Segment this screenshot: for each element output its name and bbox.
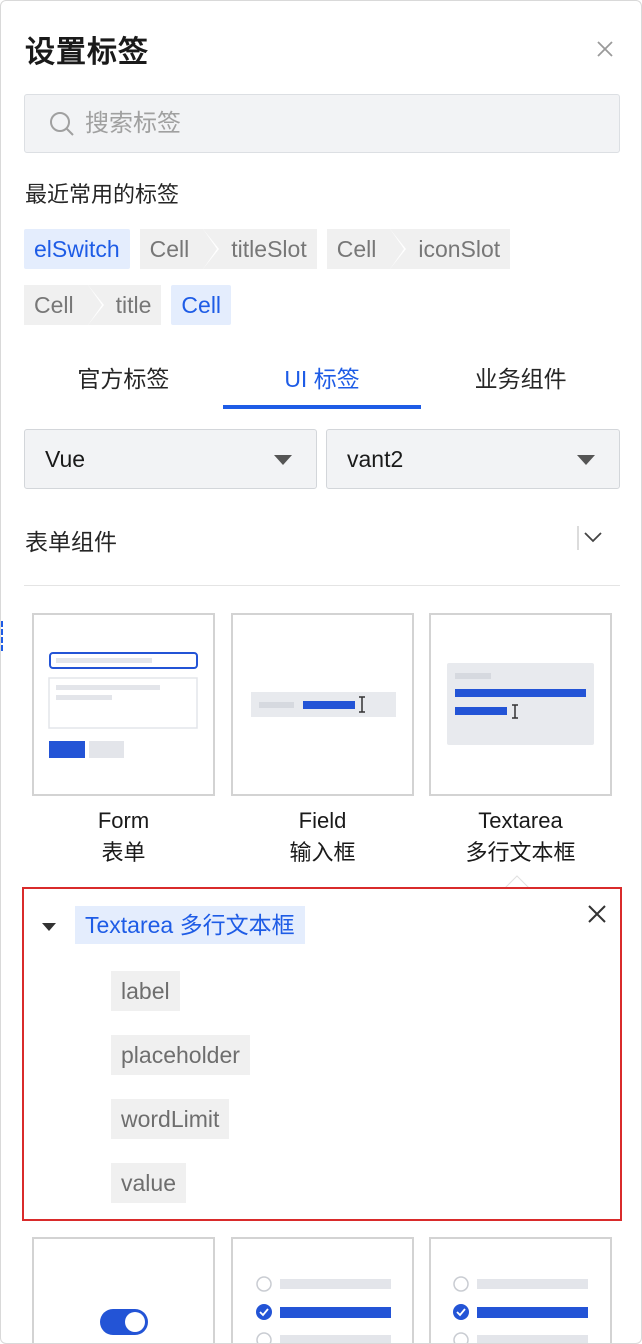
checkbox-preview-icon xyxy=(453,1276,588,1343)
tag-parent: Cell xyxy=(24,285,102,325)
component-cn-name: 输入框 xyxy=(289,840,356,865)
textarea-preview-icon xyxy=(447,663,594,745)
tab-official[interactable]: 官方标签 xyxy=(24,353,223,409)
tag-parent: Cell xyxy=(139,229,217,269)
tab-ui[interactable]: UI 标签 xyxy=(222,353,422,409)
prop-tag-label[interactable]: label xyxy=(111,971,180,1011)
component-card-radio[interactable] xyxy=(231,1237,414,1343)
component-card-checkbox[interactable] xyxy=(429,1237,612,1343)
close-icon[interactable] xyxy=(593,37,617,61)
search-icon xyxy=(50,112,74,136)
close-icon[interactable] xyxy=(586,903,608,925)
search-box xyxy=(24,94,620,153)
recent-tag-cell[interactable]: Cell xyxy=(171,285,232,325)
recent-tag-cell-iconslot[interactable]: Cell iconSlot xyxy=(326,229,511,269)
caret-down-icon xyxy=(274,455,292,465)
tag-child: titleSlot xyxy=(203,229,317,269)
caret-down-icon xyxy=(577,455,595,465)
component-label-textarea: Textarea 多行文本框 xyxy=(429,805,612,869)
panel-title: 设置标签 xyxy=(25,36,149,69)
component-label-form: Form 表单 xyxy=(32,805,215,869)
form-preview-icon xyxy=(48,652,198,758)
prop-tag-value[interactable]: value xyxy=(111,1163,186,1203)
recent-tag-cell-titleslot[interactable]: Cell titleSlot xyxy=(139,229,317,269)
framework-select[interactable]: Vue xyxy=(24,429,317,489)
library-value: vant2 xyxy=(347,446,404,472)
recent-tag-cell-title[interactable]: Cell title xyxy=(24,285,162,325)
divider xyxy=(24,585,620,586)
component-cn-name: 多行文本框 xyxy=(465,840,576,865)
prop-tag-placeholder[interactable]: placeholder xyxy=(111,1035,250,1075)
search-input[interactable] xyxy=(85,95,605,152)
component-label-field: Field 输入框 xyxy=(231,805,414,869)
recent-tag-elswitch[interactable]: elSwitch xyxy=(24,229,130,269)
recent-tags-row: Cell title Cell xyxy=(24,285,232,325)
scroll-marker xyxy=(1,621,4,651)
tag-category-tabs: 官方标签 UI 标签 业务组件 xyxy=(24,353,620,409)
radio-preview-icon xyxy=(256,1276,391,1343)
tag-settings-panel: 设置标签 最近常用的标签 elSwitch Cell titleSlot Cel… xyxy=(0,0,642,1344)
recent-tags-heading: 最近常用的标签 xyxy=(25,182,180,207)
component-card-textarea[interactable] xyxy=(429,613,612,796)
framework-value: Vue xyxy=(45,446,86,472)
tag-child: iconSlot xyxy=(390,229,511,269)
component-card-form[interactable] xyxy=(32,613,215,796)
caret-down-icon[interactable] xyxy=(42,923,56,931)
component-cn-name: 表单 xyxy=(101,840,146,865)
component-name: Form xyxy=(97,808,150,833)
tag-parent: Cell xyxy=(326,229,404,269)
library-select[interactable]: vant2 xyxy=(326,429,620,489)
component-card-field[interactable] xyxy=(231,613,414,796)
component-detail-popover: Textarea 多行文本框 label placeholder wordLim… xyxy=(22,887,622,1221)
component-name: Textarea xyxy=(478,808,563,833)
tab-business[interactable]: 业务组件 xyxy=(421,353,620,409)
prop-tag-wordlimit[interactable]: wordLimit xyxy=(111,1099,230,1139)
component-name: Field xyxy=(298,808,347,833)
component-card-switch[interactable] xyxy=(32,1237,215,1343)
section-title: 表单组件 xyxy=(25,529,117,555)
field-preview-icon xyxy=(251,692,396,717)
detail-component-tag[interactable]: Textarea 多行文本框 xyxy=(75,906,305,944)
recent-tags-row: elSwitch Cell titleSlot Cell iconSlot xyxy=(24,229,511,269)
chevron-down-icon[interactable] xyxy=(577,523,607,553)
switch-preview-icon xyxy=(100,1309,148,1335)
